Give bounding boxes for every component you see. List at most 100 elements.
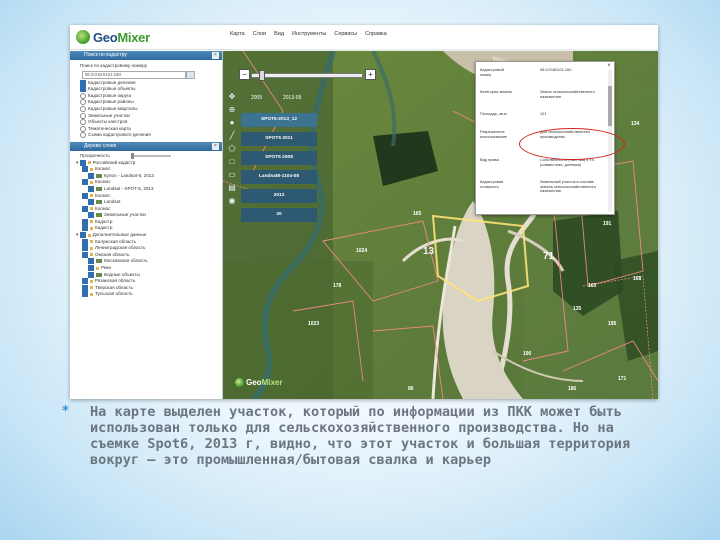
checkbox[interactable] bbox=[88, 199, 94, 206]
marker-icon[interactable]: ● bbox=[227, 118, 237, 128]
basemap-spot6-2013[interactable]: SPOT6-2013_12 bbox=[241, 113, 317, 127]
zoom-out-button[interactable]: − bbox=[239, 69, 250, 80]
cadastre-search-input[interactable]: 06:3:018:0101:160 bbox=[82, 71, 186, 79]
search-option[interactable]: Кадастровые объекты bbox=[70, 86, 222, 93]
layer-tree-item[interactable]: Московская область bbox=[70, 258, 222, 265]
parcel-label[interactable]: 178 bbox=[333, 283, 341, 289]
popup-scrollbar-thumb[interactable] bbox=[608, 86, 612, 126]
radio-button[interactable] bbox=[80, 119, 86, 126]
basemap-spot5-2008[interactable]: SPOT5 2008 bbox=[241, 151, 317, 165]
zoom-slider[interactable] bbox=[251, 73, 363, 78]
layer-tree-item[interactable]: ▾ Российский кадастр bbox=[70, 159, 222, 167]
parcel-label[interactable]: 165 bbox=[413, 211, 421, 217]
layer-tree-item[interactable]: Кадастр bbox=[70, 225, 222, 232]
checkbox[interactable] bbox=[82, 245, 88, 252]
checkbox[interactable] bbox=[82, 218, 88, 225]
parcel-label[interactable]: 163 bbox=[588, 283, 596, 289]
parcel-label[interactable]: 1024 bbox=[356, 248, 367, 254]
parcel-label[interactable]: 168 bbox=[633, 276, 641, 282]
search-panel-header[interactable]: Поиск по кадастру × bbox=[70, 51, 222, 60]
checkbox[interactable] bbox=[82, 192, 88, 199]
parcel-label[interactable]: 1023 bbox=[308, 321, 319, 327]
layers-icon[interactable]: ▤ bbox=[227, 183, 237, 193]
search-option[interactable]: Кадастровые районы bbox=[70, 99, 222, 106]
parcel-label[interactable]: 135 bbox=[573, 306, 581, 312]
layer-tree-item[interactable]: Тверская область bbox=[70, 284, 222, 292]
parcel-label[interactable]: 71 bbox=[543, 251, 554, 262]
radio-button[interactable] bbox=[80, 99, 86, 106]
checkbox[interactable] bbox=[88, 172, 94, 179]
search-option[interactable]: Схема кадастрового деления bbox=[70, 132, 222, 139]
checkbox[interactable] bbox=[88, 212, 94, 219]
layer-tree-item[interactable]: Калужская область bbox=[70, 238, 222, 246]
parcel-label-selected[interactable]: 13 bbox=[423, 246, 434, 257]
checkbox[interactable] bbox=[80, 86, 86, 93]
parcel-label[interactable]: 190 bbox=[523, 351, 531, 357]
layer-tree-item[interactable]: Кадастр bbox=[70, 218, 222, 226]
checkbox[interactable] bbox=[82, 238, 88, 245]
layer-tree-item[interactable]: Космос bbox=[70, 205, 222, 213]
checkbox[interactable] bbox=[82, 179, 88, 186]
parcel-label[interactable]: 186 bbox=[568, 386, 576, 392]
parcel-label[interactable]: 134 bbox=[631, 121, 639, 127]
layers-panel-header[interactable]: Дерево слоев × bbox=[70, 141, 222, 151]
layer-tree-item[interactable]: Тульская область bbox=[70, 291, 222, 298]
zoom-box-icon[interactable]: ⊕ bbox=[227, 105, 237, 115]
checkbox[interactable] bbox=[82, 278, 88, 285]
basemap-spot5-2011[interactable]: SPOT5 2011 bbox=[241, 132, 317, 146]
checkbox[interactable] bbox=[82, 205, 88, 212]
menu-item-view[interactable]: Вид bbox=[274, 31, 284, 37]
layer-tree-item[interactable]: Landsat bbox=[70, 199, 222, 206]
close-icon[interactable]: × bbox=[606, 63, 612, 69]
checkbox[interactable] bbox=[82, 225, 88, 232]
layer-tree-item[interactable]: Земельные участки bbox=[70, 212, 222, 219]
pan-icon[interactable]: ✥ bbox=[227, 92, 237, 102]
layer-tree-item[interactable]: Рязанская область bbox=[70, 278, 222, 285]
search-option[interactable]: Объекты капстроя bbox=[70, 119, 222, 126]
checkbox[interactable] bbox=[88, 185, 94, 192]
layer-tree-item[interactable]: Реки bbox=[70, 265, 222, 272]
checkbox[interactable] bbox=[79, 159, 86, 166]
search-option[interactable]: Кадастровые кварталы bbox=[70, 105, 222, 113]
search-option[interactable]: Тематическая карта bbox=[70, 125, 222, 133]
zoom-slider-handle[interactable] bbox=[259, 70, 265, 81]
checkbox[interactable] bbox=[82, 284, 88, 291]
search-option[interactable]: Кадастровые округа bbox=[70, 92, 222, 100]
layer-tree-item[interactable]: Космос bbox=[70, 192, 222, 200]
frame-icon[interactable]: □ bbox=[227, 157, 237, 167]
checkbox[interactable] bbox=[79, 232, 86, 239]
opacity-slider[interactable] bbox=[131, 152, 172, 159]
menu-item-services[interactable]: Сервисы bbox=[334, 31, 357, 37]
globe-icon[interactable]: ◉ bbox=[227, 196, 237, 206]
map-view[interactable]: − + 2005 2013-09 ✥ ⊕ ● ╱ ⬠ □ ▭ ▤ ◉ SPOT6… bbox=[223, 51, 658, 399]
parcel-label[interactable]: 191 bbox=[603, 221, 611, 227]
menu-item-layers[interactable]: Слои bbox=[253, 31, 266, 37]
radio-button[interactable] bbox=[80, 92, 86, 99]
zoom-in-button[interactable]: + bbox=[365, 69, 376, 80]
ruler-icon[interactable]: ▭ bbox=[227, 170, 237, 180]
menu-item-help[interactable]: Справка bbox=[365, 31, 387, 37]
close-icon[interactable]: × bbox=[212, 142, 219, 150]
basemap-landsat8[interactable]: Landsat8-1104-08 bbox=[241, 170, 317, 184]
layer-tree-item[interactable]: Космос bbox=[70, 179, 222, 186]
layer-tree-item[interactable]: Ленинградская область bbox=[70, 245, 222, 252]
layer-tree-item[interactable]: Водные объекты bbox=[70, 271, 222, 279]
basemap-2013[interactable]: 2013 bbox=[241, 189, 317, 203]
checkbox[interactable] bbox=[82, 166, 88, 173]
checkbox[interactable] bbox=[82, 291, 88, 298]
checkbox[interactable] bbox=[88, 265, 94, 272]
close-icon[interactable]: × bbox=[212, 52, 219, 59]
parcel-label[interactable]: 195 bbox=[608, 321, 616, 327]
layer-tree-item[interactable]: Купол - Landsat-8, 2013 bbox=[70, 172, 222, 180]
search-button[interactable] bbox=[186, 71, 195, 79]
radio-button[interactable] bbox=[80, 125, 86, 132]
line-icon[interactable]: ╱ bbox=[227, 131, 237, 141]
search-option[interactable]: Земельные участки bbox=[70, 112, 222, 120]
layer-tree-item[interactable]: Омская область bbox=[70, 251, 222, 259]
parcel-label[interactable]: 171 bbox=[618, 376, 626, 382]
layer-tree-item[interactable]: ▾ Дополнительные данные bbox=[70, 232, 222, 239]
checkbox[interactable] bbox=[88, 271, 94, 278]
radio-button[interactable] bbox=[80, 112, 86, 119]
search-option[interactable]: Кадастровые деления bbox=[70, 79, 222, 87]
checkbox[interactable] bbox=[80, 79, 86, 86]
